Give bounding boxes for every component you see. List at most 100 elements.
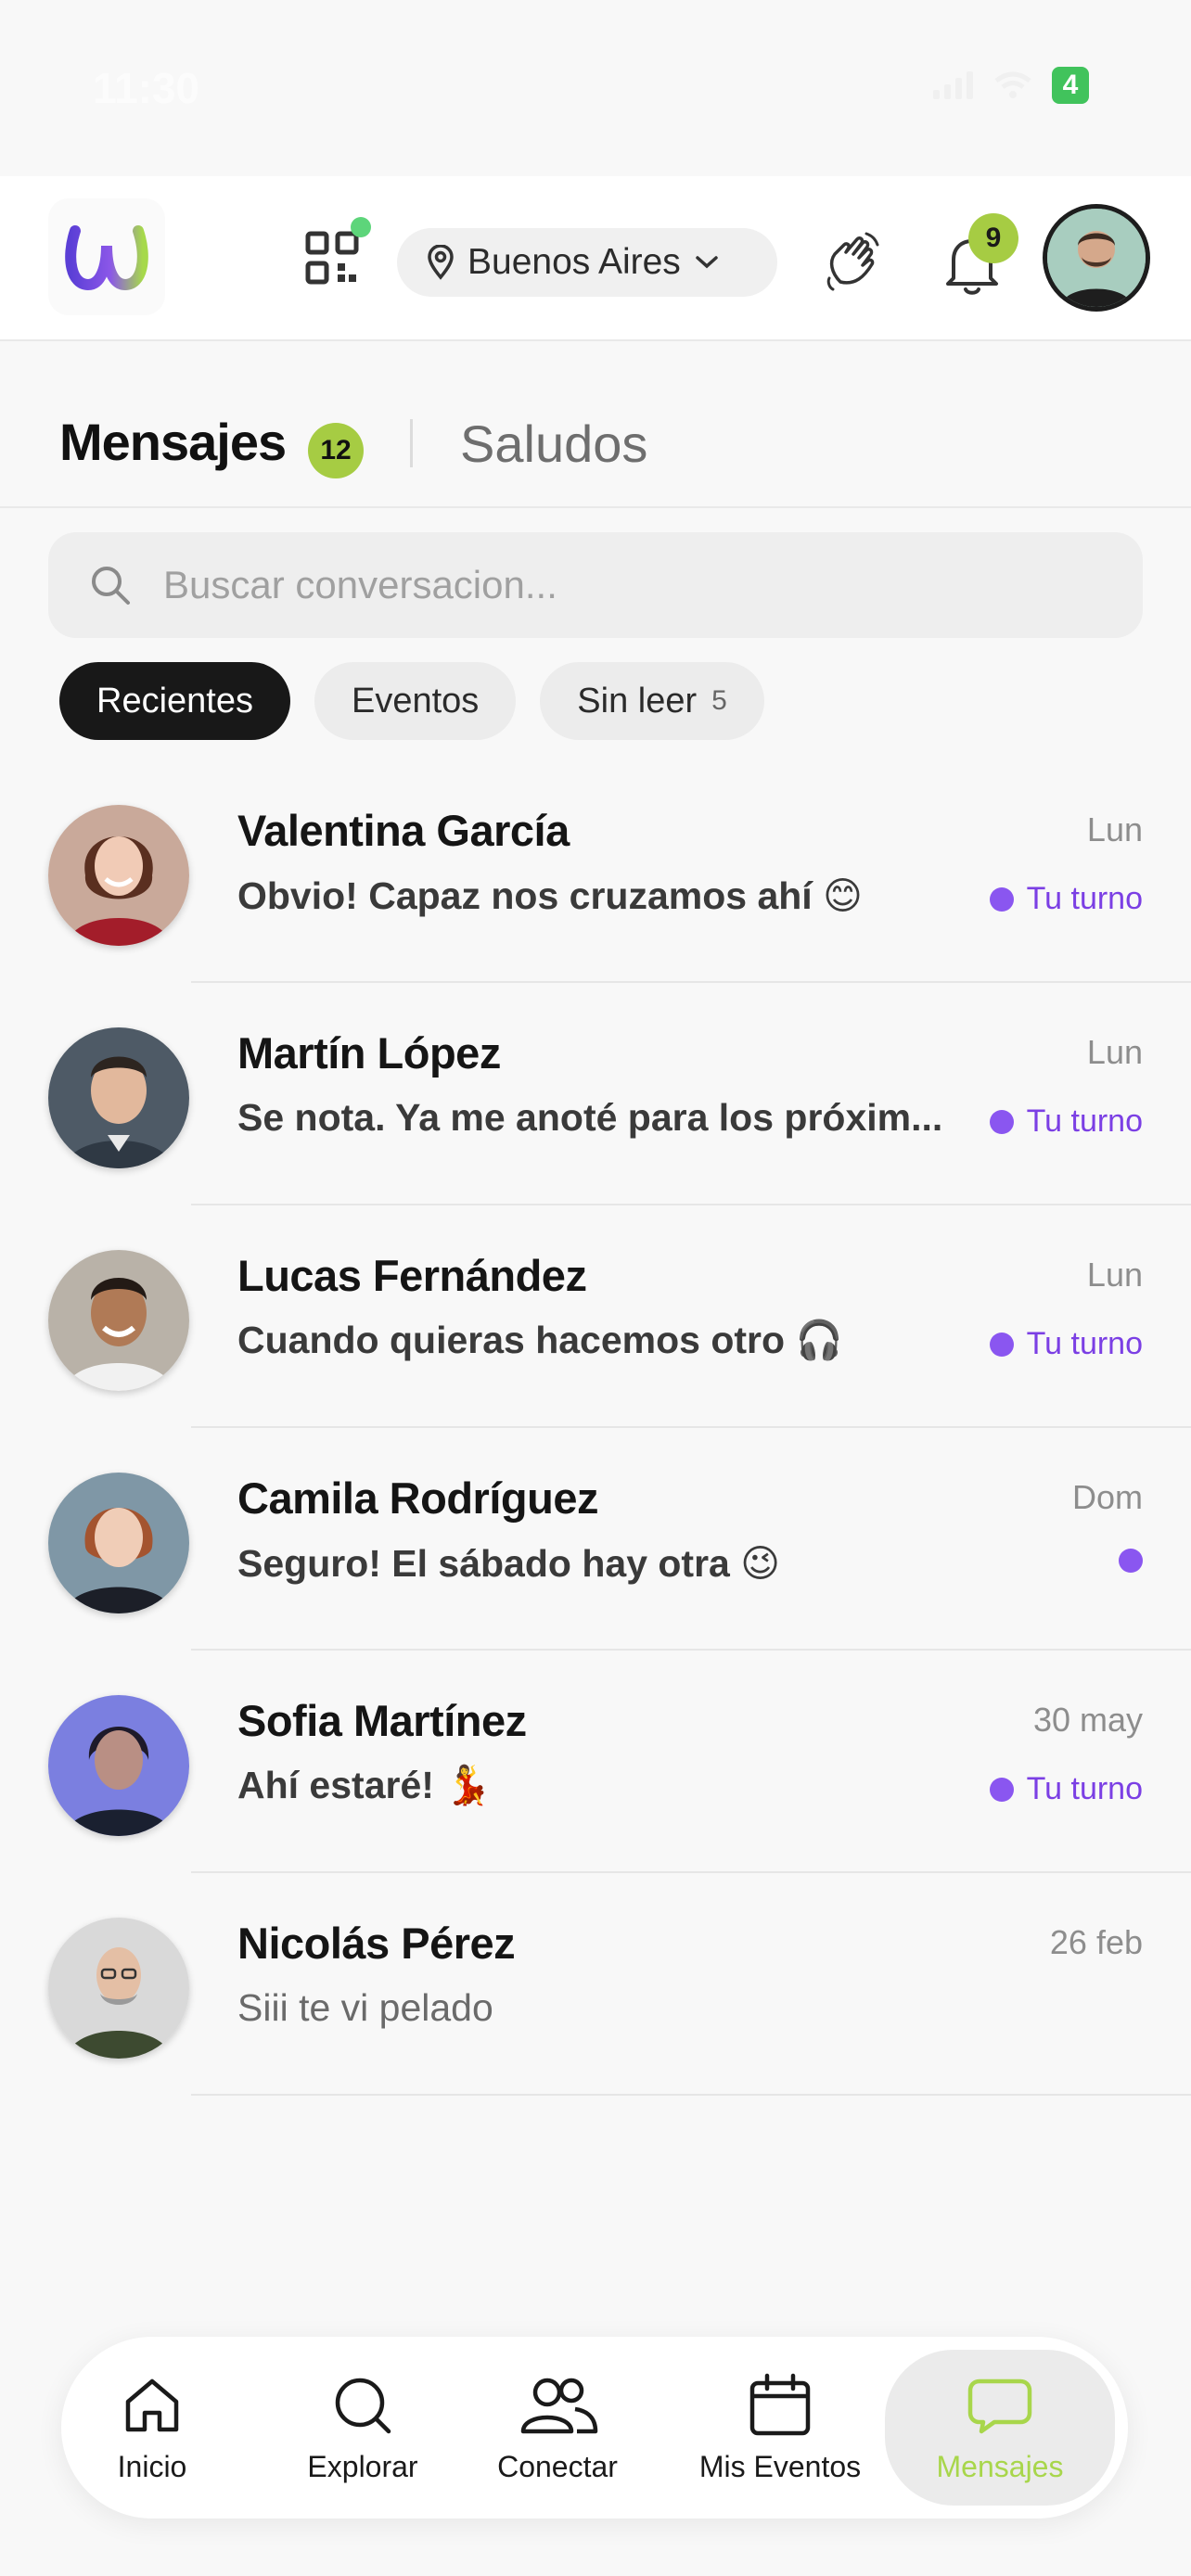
- signal-icon: [933, 71, 973, 99]
- avatar: [48, 805, 189, 946]
- conversation-row[interactable]: Camila Rodríguez Dom Seguro! El sábado h…: [0, 1428, 1191, 1651]
- contact-name: Camila Rodríguez: [237, 1473, 598, 1523]
- bottom-navigation: Inicio Explorar Conectar Mis Eventos Men…: [61, 2337, 1128, 2519]
- avatar-photo-icon: [48, 1027, 189, 1168]
- app-logo[interactable]: [48, 198, 165, 315]
- conversation-row[interactable]: Nicolás Pérez 26 feb Siii te vi pelado: [0, 1873, 1191, 2096]
- nav-connect[interactable]: Conectar: [488, 2337, 627, 2519]
- conversation-list: Valentina García Lun Obvio! Capaz nos cr…: [0, 760, 1191, 2096]
- turn-indicator: Tu turno: [989, 881, 1143, 917]
- calendar-icon: [749, 2373, 811, 2435]
- nav-home[interactable]: Inicio: [89, 2337, 215, 2519]
- nav-messages[interactable]: Mensajes: [885, 2350, 1115, 2506]
- turn-indicator: Tu turno: [989, 1103, 1143, 1140]
- contact-name: Lucas Fernández: [237, 1251, 587, 1300]
- turn-label: Tu turno: [1026, 1326, 1143, 1361]
- profile-avatar[interactable]: [1043, 204, 1150, 312]
- message-time: Lun: [1086, 1033, 1143, 1071]
- search-bar[interactable]: [48, 532, 1143, 638]
- unread-dot: [1119, 1549, 1143, 1573]
- turn-label: Tu turno: [1026, 1771, 1143, 1806]
- avatar-photo-icon: [48, 1918, 189, 2059]
- nav-explore-label: Explorar: [307, 2449, 418, 2483]
- notifications-badge: 9: [968, 213, 1018, 263]
- contact-name: Sofia Martínez: [237, 1696, 527, 1745]
- unread-dot: [989, 1777, 1014, 1802]
- contact-name: Valentina García: [237, 806, 570, 855]
- nav-my-events[interactable]: Mis Eventos: [683, 2337, 877, 2519]
- contact-name: Martín López: [237, 1028, 501, 1078]
- unread-dot: [989, 886, 1014, 912]
- message-time: 30 may: [1032, 1701, 1143, 1739]
- message-preview: Se nota. Ya me anoté para los próxim...: [237, 1096, 943, 1139]
- avatar-photo-icon: [48, 1473, 189, 1613]
- message-preview: Obvio! Capaz nos cruzamos ahí 😊: [237, 874, 863, 917]
- profile-photo-icon: [1047, 209, 1146, 307]
- status-time: 11:30: [93, 64, 200, 112]
- search-icon: [92, 567, 130, 605]
- avatar-photo-icon: [48, 805, 189, 946]
- online-indicator-dot: [351, 217, 371, 237]
- people-icon: [520, 2378, 598, 2433]
- turn-indicator: Tu turno: [989, 1771, 1143, 1807]
- conversation-row[interactable]: Sofia Martínez 30 may Ahí estaré! 💃 Tu t…: [0, 1651, 1191, 1873]
- status-bar: 11:30 4: [0, 0, 1191, 176]
- chevron-down-icon: [696, 256, 718, 269]
- avatar: [48, 1250, 189, 1391]
- qr-code-icon: [305, 231, 359, 285]
- avatar: [48, 1473, 189, 1613]
- contact-name: Nicolás Pérez: [237, 1919, 516, 1968]
- waving-hand-icon: [826, 232, 879, 291]
- conversation-row[interactable]: Martín López Lun Se nota. Ya me anoté pa…: [0, 983, 1191, 1205]
- logo-icon: [65, 225, 148, 291]
- avatar: [48, 1918, 189, 2059]
- message-time: Lun: [1086, 810, 1143, 848]
- filter-events[interactable]: Eventos: [314, 662, 517, 740]
- nav-explore[interactable]: Explorar: [293, 2337, 432, 2519]
- messages-count-badge: 12: [308, 423, 364, 478]
- conversation-tabs: Mensajes 12 Saludos: [0, 341, 1191, 508]
- message-preview: Cuando quieras hacemos otro 🎧: [237, 1319, 843, 1361]
- battery-indicator: 4: [1052, 67, 1089, 104]
- message-preview: Seguro! El sábado hay otra 😉: [237, 1542, 780, 1585]
- status-icons: 4: [933, 67, 1089, 104]
- location-pin-icon: [428, 245, 454, 280]
- search-icon: [335, 2378, 391, 2433]
- turn-indicator: Tu turno: [989, 1326, 1143, 1362]
- turn-label: Tu turno: [1026, 881, 1143, 916]
- qr-code-button[interactable]: [304, 230, 360, 286]
- unread-dot: [989, 1332, 1014, 1357]
- avatar-photo-icon: [48, 1695, 189, 1836]
- tab-messages[interactable]: Mensajes: [59, 412, 287, 472]
- tab-divider: [410, 419, 413, 467]
- search-input[interactable]: [163, 563, 998, 607]
- location-selector[interactable]: Buenos Aires: [397, 228, 777, 297]
- message-preview: Ahí estaré! 💃: [237, 1764, 493, 1806]
- filter-unread[interactable]: Sin leer 5: [540, 662, 764, 740]
- wifi-icon: [994, 71, 1031, 98]
- app-header: Buenos Aires 9: [0, 176, 1191, 341]
- message-preview: Siii te vi pelado: [237, 1986, 493, 2029]
- turn-label: Tu turno: [1026, 1103, 1143, 1139]
- location-label: Buenos Aires: [467, 242, 681, 282]
- filter-recent[interactable]: Recientes: [59, 662, 290, 740]
- unread-count: 5: [711, 685, 727, 716]
- filter-events-label: Eventos: [351, 681, 480, 721]
- conversation-row[interactable]: Valentina García Lun Obvio! Capaz nos cr…: [0, 760, 1191, 983]
- avatar-photo-icon: [48, 1250, 189, 1391]
- greetings-button[interactable]: [820, 228, 887, 295]
- nav-my-events-label: Mis Eventos: [698, 2449, 862, 2483]
- filter-unread-label: Sin leer: [577, 681, 698, 721]
- nav-connect-label: Conectar: [497, 2449, 618, 2483]
- filter-recent-label: Recientes: [96, 681, 253, 721]
- row-divider: [191, 2094, 1191, 2096]
- chat-bubble-icon: [967, 2378, 1032, 2433]
- avatar: [48, 1027, 189, 1168]
- filter-chips: Recientes Eventos Sin leer 5: [59, 662, 764, 740]
- conversation-row[interactable]: Lucas Fernández Lun Cuando quieras hacem…: [0, 1205, 1191, 1428]
- avatar: [48, 1695, 189, 1836]
- nav-home-label: Inicio: [117, 2449, 187, 2483]
- unread-dot: [989, 1109, 1014, 1134]
- tab-greetings[interactable]: Saludos: [460, 414, 647, 474]
- turn-indicator: [1119, 1549, 1143, 1573]
